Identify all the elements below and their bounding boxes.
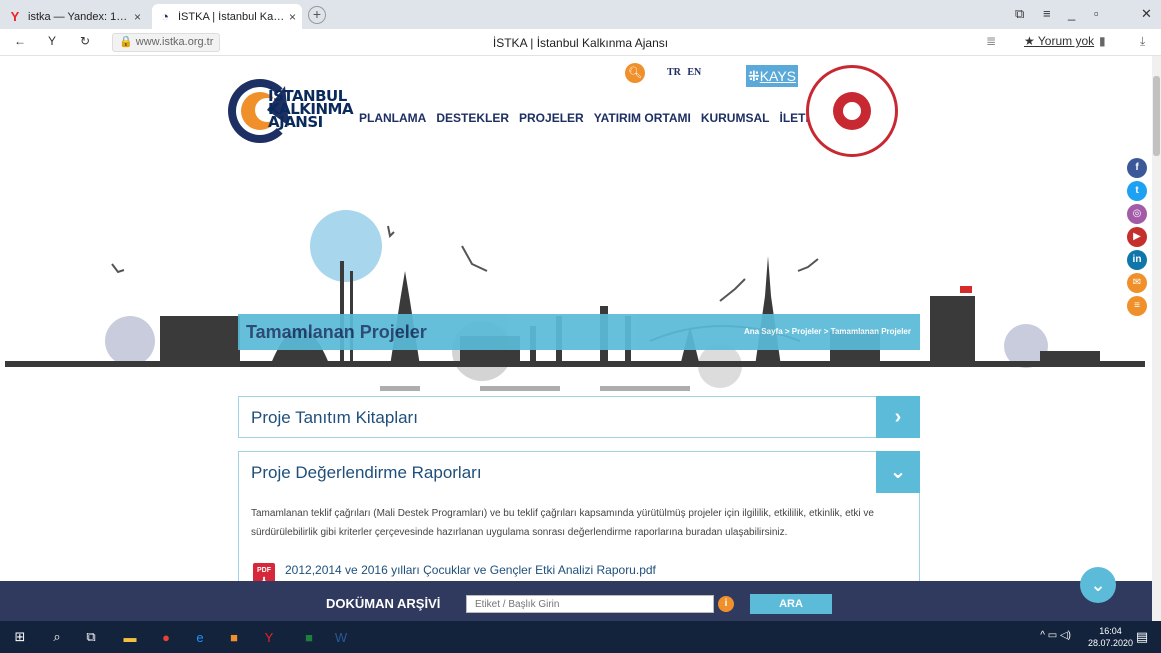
document-archive-bar: DOKÜMAN ARŞİVİ i ARA xyxy=(0,581,1152,621)
language-switcher[interactable]: TR EN xyxy=(667,67,701,78)
istka-favicon-icon: ◔ xyxy=(161,9,169,24)
search-icon[interactable]: ⌕ xyxy=(47,627,67,647)
chevron-right-icon[interactable]: › xyxy=(876,396,920,438)
nav-item-planlama[interactable]: PLANLAMA xyxy=(359,111,426,125)
reader-icon[interactable]: ≣ xyxy=(986,34,996,48)
scroll-down-icon[interactable]: ⌄ xyxy=(1080,567,1116,603)
logo-text: İSTANBUL KALKINMA AJANSI xyxy=(268,89,354,130)
clock-time: 16:04 xyxy=(1099,626,1122,636)
mail-icon[interactable]: ✉ xyxy=(1127,273,1147,293)
outlook-icon[interactable]: ■ xyxy=(224,627,244,647)
restore-icon[interactable]: ▫ xyxy=(1094,6,1099,21)
kays-button[interactable]: ⁜KAYS xyxy=(746,65,798,87)
social-bar: f t ◎ ▶ in ✉ ≡ xyxy=(1127,158,1147,316)
nav-item-destekler[interactable]: DESTEKLER xyxy=(436,111,509,125)
bookmark-icon[interactable]: ▮ xyxy=(1099,34,1106,48)
ministry-seal-logo[interactable] xyxy=(806,65,898,157)
chevron-down-icon[interactable]: ⌄ xyxy=(876,451,920,493)
task-view-icon[interactable]: ⧉ xyxy=(81,627,101,647)
excel-icon[interactable]: ■ xyxy=(299,627,319,647)
close-icon[interactable]: × xyxy=(134,10,141,24)
windows-start-icon[interactable]: ⊞ xyxy=(10,627,30,647)
system-tray-icons[interactable]: ^ ▭ ◁) xyxy=(1040,630,1071,641)
info-icon[interactable]: i xyxy=(718,596,734,612)
document-link[interactable]: 2012,2014 ve 2016 yılları Çocuklar ve Ge… xyxy=(285,563,656,577)
web-page: İSTANBUL KALKINMA AJANSI PLANLAMA DESTEK… xyxy=(0,56,1152,621)
instagram-icon[interactable]: ◎ xyxy=(1127,204,1147,224)
scrollbar-thumb[interactable] xyxy=(1153,76,1160,156)
minimize-icon[interactable]: _ xyxy=(1068,6,1075,21)
menu-icon[interactable]: ≡ xyxy=(1043,6,1051,21)
word-icon[interactable]: W xyxy=(331,627,351,647)
archive-search-button[interactable]: ARA xyxy=(750,594,832,614)
browser-tab-strip: Y istka — Yandex: 1 milyon s × ◔ İSTKA |… xyxy=(0,0,1161,29)
nav-item-yatirim-ortami[interactable]: YATIRIM ORTAMI xyxy=(594,111,691,125)
banner-title: Tamamlanan Projeler xyxy=(246,322,427,342)
search-icon[interactable]: 🔍︎ xyxy=(625,63,645,83)
nav-item-kurumsal[interactable]: KURUMSAL xyxy=(701,111,770,125)
review-button[interactable]: ★ Yorum yok xyxy=(1024,34,1094,48)
facebook-icon[interactable]: f xyxy=(1127,158,1147,178)
download-icon[interactable]: ⤓ xyxy=(1140,34,1145,49)
page-banner: Tamamlanan Projeler Ana Sayfa > Projeler… xyxy=(238,314,920,350)
yandex-browser-icon[interactable]: Y xyxy=(259,627,279,647)
windows-taskbar: ⊞ ⌕ ⧉ ▬ ● e ■ Y ■ W ^ ▭ ◁) 16:04 28.07.2… xyxy=(0,621,1161,653)
rss-icon[interactable]: ≡ xyxy=(1127,296,1147,316)
copy-icon[interactable]: ⧉ xyxy=(1015,6,1024,22)
linkedin-icon[interactable]: in xyxy=(1127,250,1147,270)
tab-title: İSTKA | İstanbul Kalkınm xyxy=(178,10,285,23)
page-scrollbar[interactable] xyxy=(1152,56,1161,621)
youtube-icon[interactable]: ▶ xyxy=(1127,227,1147,247)
accordion-title: Proje Tanıtım Kitapları xyxy=(251,408,418,427)
clock[interactable]: 16:04 28.07.2020 xyxy=(1088,625,1133,649)
chrome-icon[interactable]: ● xyxy=(156,627,176,647)
close-window-icon[interactable]: ✕ xyxy=(1141,6,1152,22)
kays-label: KAYS xyxy=(759,68,797,84)
file-explorer-icon[interactable]: ▬ xyxy=(120,627,140,647)
new-tab-button[interactable]: + xyxy=(308,6,326,24)
edge-icon[interactable]: e xyxy=(190,627,210,647)
nav-item-projeler[interactable]: PROJELER xyxy=(519,111,584,125)
breadcrumb[interactable]: Ana Sayfa > Projeler > Tamamlanan Projel… xyxy=(744,327,911,336)
twitter-icon[interactable]: t xyxy=(1127,181,1147,201)
main-nav: PLANLAMA DESTEKLER PROJELER YATIRIM ORTA… xyxy=(359,111,830,125)
tab-title: istka — Yandex: 1 milyon s xyxy=(28,10,130,23)
browser-tab-istka[interactable]: ◔ İSTKA | İstanbul Kalkınm × xyxy=(152,4,302,29)
archive-label: DOKÜMAN ARŞİVİ xyxy=(326,596,441,611)
browser-tab-yandex[interactable]: Y istka — Yandex: 1 milyon s × xyxy=(2,4,147,29)
yandex-icon: Y xyxy=(10,9,20,24)
accordion-description: Tamamlanan teklif çağrıları (Mali Destek… xyxy=(251,508,874,538)
seal-core xyxy=(843,102,861,120)
istanbul-skyline-illustration xyxy=(5,210,1145,391)
archive-search-input[interactable] xyxy=(466,595,714,613)
accordion-proje-tanitim-kitaplari[interactable]: Proje Tanıtım Kitapları › xyxy=(238,396,920,438)
close-icon[interactable]: × xyxy=(289,10,296,24)
address-bar: ← Y ↻ 🔒 www.istka.org.tr İSTKA | İstanbu… xyxy=(0,29,1161,56)
clock-date: 28.07.2020 xyxy=(1087,638,1133,648)
accordion-title: Proje Değerlendirme Raporları xyxy=(251,463,482,482)
notifications-icon[interactable]: ▤ xyxy=(1132,627,1152,647)
